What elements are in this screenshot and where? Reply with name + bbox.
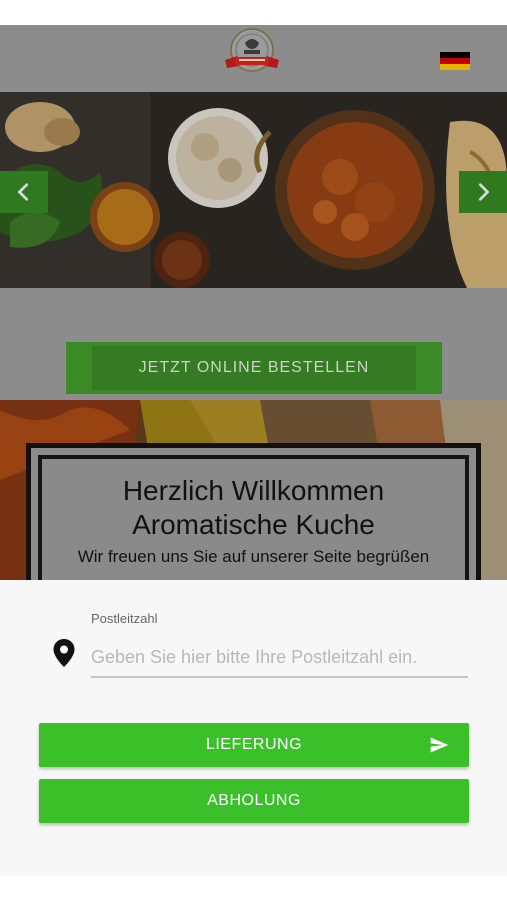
carousel-prev-button[interactable] xyxy=(0,171,48,213)
welcome-subtitle: Wir freuen uns Sie auf unserer Seite beg… xyxy=(77,547,430,566)
delivery-button[interactable]: LIEFERUNG xyxy=(39,723,469,767)
hero-image-carousel[interactable] xyxy=(0,92,507,288)
german-flag-icon[interactable] xyxy=(440,52,470,70)
restaurant-logo-icon[interactable] xyxy=(221,26,283,78)
status-bar-area xyxy=(0,0,507,25)
chevron-left-icon xyxy=(17,183,29,201)
delivery-button-label: LIEFERUNG xyxy=(205,736,303,753)
send-icon xyxy=(430,737,449,753)
postcode-input[interactable] xyxy=(91,638,468,678)
postcode-label: Postleitzahl xyxy=(91,611,158,626)
pickup-button[interactable]: ABHOLUNG xyxy=(39,779,469,823)
welcome-card: Herzlich Willkommen Aromatische Kuche Wi… xyxy=(42,459,465,599)
location-pin-icon xyxy=(52,638,76,668)
order-online-button[interactable]: JETZT ONLINE BESTELLEN xyxy=(66,342,442,394)
pickup-button-label: ABHOLUNG xyxy=(207,792,301,809)
restaurant-name: Aromatische Kuche xyxy=(132,509,375,540)
bottom-safe-area xyxy=(0,876,507,900)
carousel-next-button[interactable] xyxy=(459,171,507,213)
order-online-label: JETZT ONLINE BESTELLEN xyxy=(92,346,416,390)
chevron-right-icon xyxy=(478,183,490,201)
welcome-heading: Herzlich Willkommen xyxy=(122,475,385,506)
